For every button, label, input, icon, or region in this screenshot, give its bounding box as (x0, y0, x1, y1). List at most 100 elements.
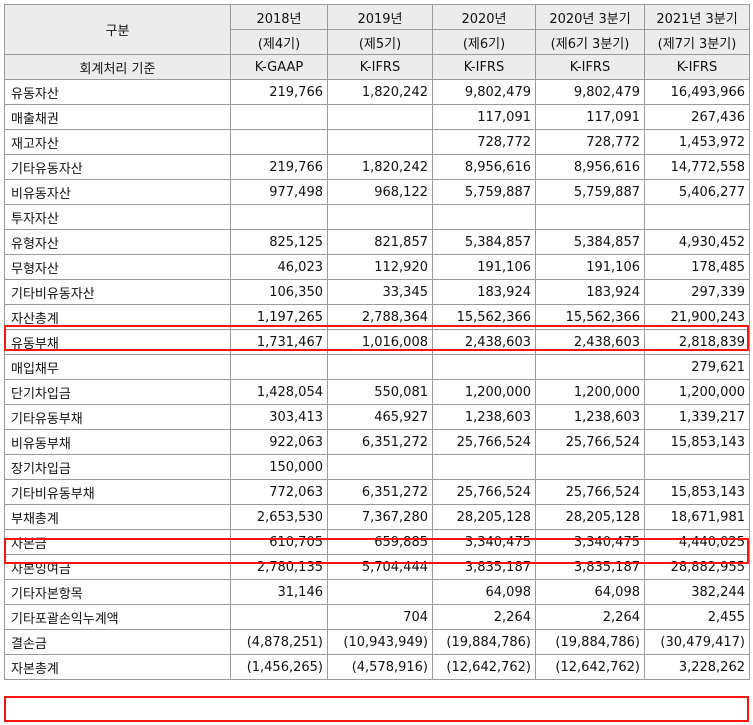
value-cell: 2,455 (644, 604, 750, 630)
value-cell: 15,562,366 (432, 304, 536, 330)
value-cell (535, 204, 645, 230)
value-cell (327, 579, 433, 605)
financial-summary-table: 구분 2018년 2019년 2020년 2020년 3분기 2021년 3분기… (4, 4, 750, 680)
value-cell (230, 354, 328, 380)
value-cell: 1,820,242 (327, 79, 433, 105)
value-cell (327, 204, 433, 230)
value-cell: 6,351,272 (327, 429, 433, 455)
value-cell: 191,106 (432, 254, 536, 280)
value-cell: 728,772 (535, 129, 645, 155)
value-cell: 2,438,603 (535, 329, 645, 355)
table-row: 기타포괄손익누계액 704 2,264 2,264 2,455 (4, 604, 750, 630)
value-cell: 5,406,277 (644, 179, 750, 205)
header-year: 2019년 (327, 4, 433, 30)
table-row: 자본잉여금 2,780,135 5,704,444 3,835,187 3,835,18… (4, 554, 750, 580)
value-cell: 1,731,467 (230, 329, 328, 355)
row-label: 비유동부채 (4, 429, 231, 455)
value-cell: 3,835,187 (535, 554, 645, 580)
header-standard: K-GAAP (230, 54, 328, 80)
value-cell: (19,884,786) (535, 629, 645, 655)
row-label: 장기차입금 (4, 454, 231, 480)
table-row: 비유동부채 922,063 6,351,272 25,766,524 25,766,52… (4, 429, 750, 455)
value-cell: 46,023 (230, 254, 328, 280)
value-cell: 6,351,272 (327, 479, 433, 505)
value-cell: 5,384,857 (432, 229, 536, 255)
header-row-years: 구분 2018년 2019년 2020년 2020년 3분기 2021년 3분기 (4, 4, 750, 55)
value-cell: 2,264 (535, 604, 645, 630)
value-cell (644, 204, 750, 230)
value-cell: 2,780,135 (230, 554, 328, 580)
value-cell (535, 354, 645, 380)
value-cell: 5,759,887 (535, 179, 645, 205)
table-row: 유동부채 1,731,467 1,016,008 2,438,603 2,438,603… (4, 329, 750, 355)
table-row: 기타자본항목 31,146 64,098 64,098 382,244 (4, 579, 750, 605)
value-cell: 303,413 (230, 404, 328, 430)
value-cell: 4,440,025 (644, 529, 750, 555)
value-cell: 1,197,265 (230, 304, 328, 330)
row-label: 기타자본항목 (4, 579, 231, 605)
value-cell: 33,345 (327, 279, 433, 305)
row-label: 부채총계 (4, 504, 231, 530)
value-cell: 728,772 (432, 129, 536, 155)
value-cell: 2,788,364 (327, 304, 433, 330)
row-label: 투자자산 (4, 204, 231, 230)
table-row: 유형자산 825,125 821,857 5,384,857 5,384,857 4,93… (4, 229, 750, 255)
value-cell: 16,493,966 (644, 79, 750, 105)
value-cell: 106,350 (230, 279, 328, 305)
value-cell: 279,621 (644, 354, 750, 380)
value-cell: 5,759,887 (432, 179, 536, 205)
value-cell: 219,766 (230, 154, 328, 180)
row-label: 기타유동부채 (4, 404, 231, 430)
value-cell: 3,835,187 (432, 554, 536, 580)
row-label: 기타비유동부채 (4, 479, 231, 505)
value-cell: 117,091 (432, 104, 536, 130)
value-cell: 31,146 (230, 579, 328, 605)
row-label: 자산총계 (4, 304, 231, 330)
value-cell: 772,063 (230, 479, 328, 505)
value-cell: 8,956,616 (432, 154, 536, 180)
table-row: 단기차입금 1,428,054 550,081 1,200,000 1,200,000 1… (4, 379, 750, 405)
value-cell: 297,339 (644, 279, 750, 305)
header-period: (제7기 3분기) (644, 29, 750, 55)
value-cell (230, 204, 328, 230)
value-cell: 4,930,452 (644, 229, 750, 255)
value-cell: 178,485 (644, 254, 750, 280)
row-label: 무형자산 (4, 254, 231, 280)
value-cell: 183,924 (432, 279, 536, 305)
value-cell: 1,200,000 (432, 379, 536, 405)
header-period: (제5기) (327, 29, 433, 55)
value-cell: 8,956,616 (535, 154, 645, 180)
value-cell: 610,705 (230, 529, 328, 555)
header-standard: K-IFRS (432, 54, 536, 80)
row-label: 유형자산 (4, 229, 231, 255)
value-cell: 9,802,479 (432, 79, 536, 105)
table-row: 무형자산 46,023 112,920 191,106 191,106 178,485 (4, 254, 750, 280)
value-cell: (12,642,762) (432, 654, 536, 680)
table-row: 기타비유동자산 106,350 33,345 183,924 183,924 297,33… (4, 279, 750, 305)
value-cell: 183,924 (535, 279, 645, 305)
row-label: 재고자산 (4, 129, 231, 155)
value-cell: 382,244 (644, 579, 750, 605)
value-cell: 1,238,603 (432, 404, 536, 430)
value-cell: 2,818,839 (644, 329, 750, 355)
header-year: 2021년 3분기 (644, 4, 750, 30)
value-cell: 1,820,242 (327, 154, 433, 180)
value-cell: 25,766,524 (535, 429, 645, 455)
highlight-total-equity (4, 696, 749, 722)
value-cell: 64,098 (535, 579, 645, 605)
value-cell: 150,000 (230, 454, 328, 480)
table-row: 매출채권 117,091 117,091 267,436 (4, 104, 750, 130)
value-cell: 704 (327, 604, 433, 630)
row-label: 기타비유동자산 (4, 279, 231, 305)
header-standard: K-IFRS (327, 54, 433, 80)
value-cell: 1,428,054 (230, 379, 328, 405)
value-cell: (30,479,417) (644, 629, 750, 655)
table-row: 자본총계 (1,456,265) (4,578,916) (12,642,762) (1… (4, 654, 750, 680)
table-row: 부채총계 2,653,530 7,367,280 28,205,128 28,205,1… (4, 504, 750, 530)
table-row: 자산총계 1,197,265 2,788,364 15,562,366 15,562,3… (4, 304, 750, 330)
header-period: (제6기 3분기) (535, 29, 645, 55)
value-cell (432, 454, 536, 480)
value-cell: 7,367,280 (327, 504, 433, 530)
value-cell: 14,772,558 (644, 154, 750, 180)
value-cell: 28,205,128 (432, 504, 536, 530)
